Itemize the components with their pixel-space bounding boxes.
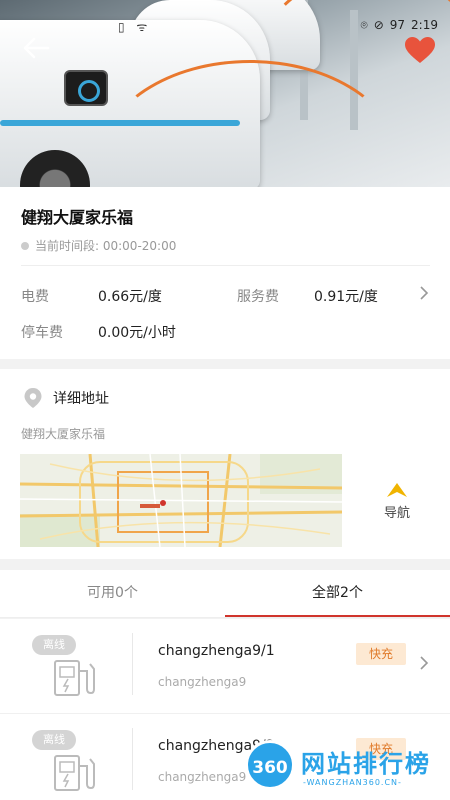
- charger-name: changzhenga9/1: [158, 643, 275, 659]
- fee-label: 服务费: [237, 289, 279, 305]
- address-heading-label: 详细地址: [53, 391, 109, 407]
- list-item[interactable]: 离线 changzhenga9/1 changzhenga9 快充: [0, 619, 450, 713]
- favorite-button[interactable]: [404, 36, 436, 64]
- fee-parking: 停车费: [21, 322, 63, 342]
- address-heading: 详细地址: [22, 387, 109, 409]
- time-period: 当前时间段: 00:00-20:00: [21, 237, 176, 254]
- map-view[interactable]: [20, 454, 342, 547]
- back-arrow-icon: [23, 37, 50, 59]
- time-period-text: 当前时间段: 00:00-20:00: [35, 239, 177, 253]
- navigate-button[interactable]: 导航: [372, 482, 422, 526]
- location-icon: ⌾: [360, 18, 368, 32]
- status-bar: ▯ ᯤ ⌾ ⊘ 97 2:19: [0, 18, 450, 36]
- station-photo: ▯ ᯤ ⌾ ⊘ 97 2:19: [0, 0, 450, 187]
- chevron-right-icon: [420, 656, 429, 670]
- charger-sub: changzhenga9: [158, 770, 247, 784]
- chevron-right-icon[interactable]: [418, 285, 430, 301]
- fee-value: 0.91元/度: [314, 289, 378, 305]
- watermark-logo: 360 网站排行榜 -WANGZHAN360.CN-: [245, 738, 450, 800]
- status-badge: 离线: [32, 730, 76, 750]
- watermark-360: 360: [245, 740, 295, 790]
- fee-value: 0.00元/小时: [98, 325, 176, 341]
- navigation-arrow-icon: [387, 483, 407, 497]
- charger-icon: [54, 755, 95, 791]
- fee-label: 电费: [21, 289, 49, 305]
- status-icons: ▯ ᯤ: [118, 20, 152, 34]
- fee-service: 服务费: [237, 286, 279, 306]
- charge-type-badge: 快充: [356, 643, 406, 665]
- charger-tabs: 可用0个 全部2个: [0, 570, 450, 618]
- fee-service-value: 0.91元/度: [314, 286, 378, 306]
- mute-icon: ⊘: [373, 18, 384, 32]
- status-badge: 离线: [32, 635, 76, 655]
- fee-label: 停车费: [21, 325, 63, 341]
- station-info-card: 健翔大厦家乐福 当前时间段: 00:00-20:00 电费 0.66元/度 服务…: [0, 187, 450, 359]
- fee-parking-value: 0.00元/小时: [98, 322, 176, 342]
- station-name: 健翔大厦家乐福: [21, 208, 134, 227]
- navigate-label: 导航: [383, 506, 410, 521]
- charger-icon: [54, 660, 95, 696]
- divider: [132, 728, 133, 790]
- charger-sub: changzhenga9: [158, 675, 247, 689]
- fee-value: 0.66元/度: [98, 289, 162, 305]
- time-dot-icon: [21, 241, 29, 250]
- charging-plug: [64, 70, 108, 106]
- watermark-title: 网站排行榜: [301, 750, 431, 778]
- divider: [21, 265, 430, 266]
- clock: 2:19: [411, 18, 438, 32]
- fee-electricity-value: 0.66元/度: [98, 286, 162, 306]
- back-button[interactable]: [22, 36, 50, 60]
- heart-icon: [405, 37, 435, 63]
- watermark-subtitle: -WANGZHAN360.CN-: [303, 778, 402, 787]
- status-right: ⌾ ⊘ 97 2:19: [355, 18, 439, 33]
- battery-level: 97: [389, 18, 406, 32]
- tab-all[interactable]: 全部2个: [225, 570, 450, 617]
- divider: [132, 633, 133, 695]
- tab-available[interactable]: 可用0个: [0, 570, 225, 617]
- location-pin-icon: [24, 388, 42, 408]
- address-text: 健翔大厦家乐福: [21, 427, 106, 441]
- fee-electricity: 电费: [21, 286, 49, 306]
- map-image: [20, 454, 342, 547]
- address-card: 详细地址 健翔大厦家乐福 导航: [0, 369, 450, 559]
